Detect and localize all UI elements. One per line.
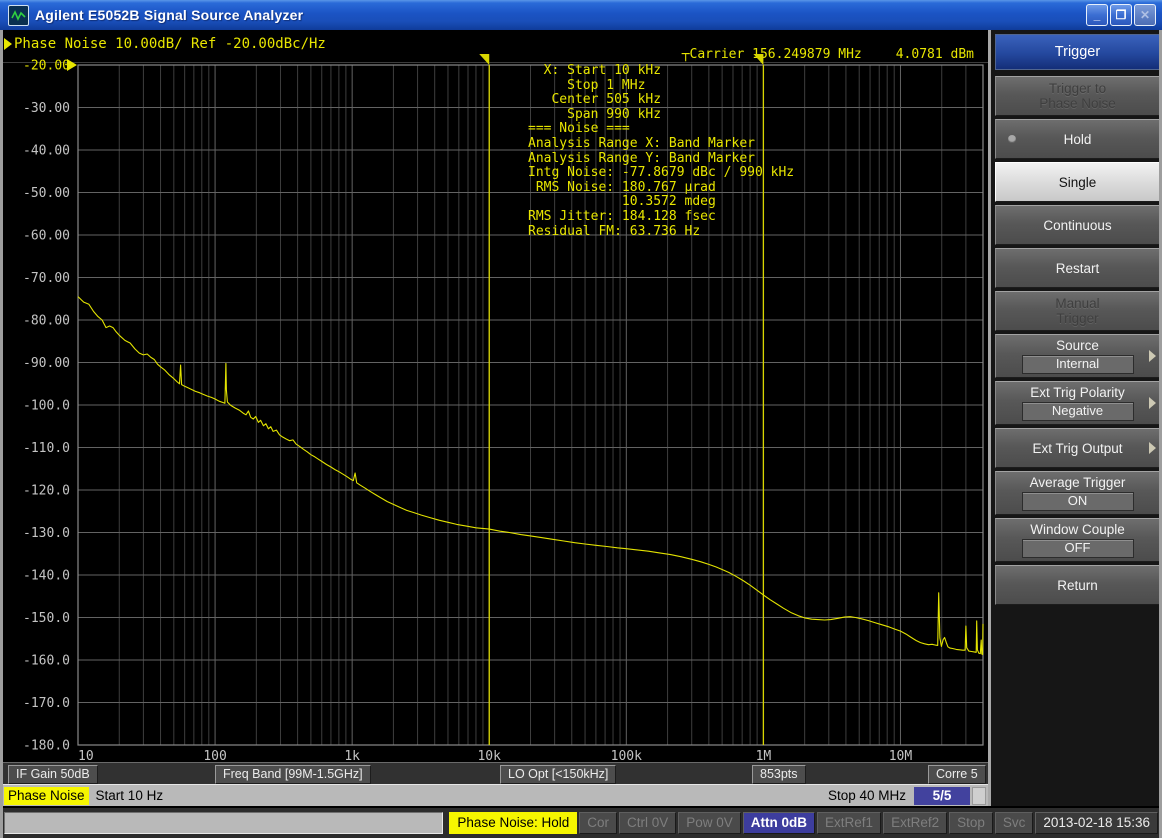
indicator-stop: Stop	[949, 812, 993, 834]
softkey-single[interactable]: Single	[995, 162, 1160, 202]
softkey-label: Average Trigger	[1030, 475, 1126, 490]
softkey-value: Internal	[1022, 355, 1134, 374]
softkey-label: Trigger to Phase Noise	[1039, 81, 1116, 111]
softkey-trigger-to-phase-noise: Trigger to Phase Noise	[995, 76, 1160, 116]
softkey-ext-trig-output[interactable]: Ext Trig Output	[995, 428, 1160, 468]
softkey-menu-title: Trigger	[995, 34, 1160, 70]
page-indicator: 5/5	[914, 787, 970, 805]
close-button: ✕	[1134, 4, 1156, 26]
indicator-ctrl-0v: Ctrl 0V	[619, 812, 676, 834]
sweep-start-label: Start 10 Hz	[96, 788, 164, 803]
y-tick-label: -90.00	[23, 356, 70, 371]
indicator-phase-noise-hold: Phase Noise: Hold	[449, 812, 577, 834]
noise-analysis-text: X: Start 10 kHz Stop 1 MHz Center 505 kH…	[528, 64, 794, 239]
y-tick-label: -150.0	[23, 611, 70, 626]
message-area	[4, 812, 443, 834]
softkey-manual-trigger: Manual Trigger	[995, 291, 1160, 331]
softkey-label: Source	[1056, 338, 1099, 353]
softkey-continuous[interactable]: Continuous	[995, 205, 1160, 245]
y-tick-label: -160.0	[23, 654, 70, 669]
softkey-label: Continuous	[1043, 218, 1111, 233]
active-dot-icon	[1008, 135, 1016, 143]
softkey-hold[interactable]: Hold	[995, 119, 1160, 159]
softkey-label: Ext Trig Polarity	[1030, 385, 1125, 400]
submenu-arrow-icon	[1149, 442, 1156, 454]
sweep-stop-label: Stop 40 MHz	[828, 788, 906, 803]
indicator-2013-02-18-15-36: 2013-02-18 15:36	[1035, 812, 1158, 834]
sweep-range-bar: Phase Noise Start 10 Hz Stop 40 MHz 5/5	[0, 784, 990, 806]
y-tick-label: -180.0	[23, 739, 70, 754]
phase-noise-plot: -20.00 -30.00 -40.00 -50.00 -60.00 -70.00 -80.…	[0, 33, 988, 766]
status-freq-band-99m-1-5ghz: Freq Band [99M-1.5GHz]	[215, 765, 371, 784]
restore-button[interactable]: ❐	[1110, 4, 1132, 26]
status-taskbar: Phase Noise: HoldCorCtrl 0VPow 0VAttn 0d…	[0, 808, 1162, 838]
y-tick-label: -30.00	[23, 101, 70, 116]
y-tick-label: -120.0	[23, 484, 70, 499]
y-tick-label: -20.00	[23, 59, 70, 74]
app-icon	[8, 5, 29, 26]
y-tick-label: -60.00	[23, 229, 70, 244]
y-tick-label: -170.0	[23, 696, 70, 711]
softkey-label: Window Couple	[1030, 522, 1125, 537]
submenu-arrow-icon	[1149, 350, 1156, 362]
softkey-window-couple[interactable]: Window Couple OFF	[995, 518, 1160, 562]
window-edge-left	[0, 30, 3, 838]
y-tick-label: -110.0	[23, 441, 70, 456]
y-tick-label: -100.0	[23, 399, 70, 414]
softkey-label: Ext Trig Output	[1032, 441, 1122, 456]
instrument-screen: Phase Noise 10.00dB/ Ref -20.00dBc/Hz ┬C…	[0, 30, 988, 806]
status-corre-5: Corre 5	[928, 765, 986, 784]
submenu-arrow-icon	[1149, 397, 1156, 409]
window-controls: _❐✕	[1086, 4, 1156, 26]
softkey-menu: Trigger Trigger to Phase Noise Hold Single…	[988, 30, 1162, 806]
y-tick-label: -50.00	[23, 186, 70, 201]
softkey-value: Negative	[1022, 402, 1134, 421]
status-if-gain-50db: IF Gain 50dB	[8, 765, 98, 784]
indicator-svc: Svc	[995, 812, 1034, 834]
status-853pts: 853pts	[752, 765, 806, 784]
ref-level-arrow-icon	[67, 59, 77, 71]
softkey-ext-trig-polarity[interactable]: Ext Trig Polarity Negative	[995, 381, 1160, 425]
indicator-attn-0db: Attn 0dB	[743, 812, 815, 834]
active-mode-badge: Phase Noise	[4, 787, 89, 805]
softkey-label: Return	[1057, 578, 1098, 593]
y-tick-label: -80.00	[23, 314, 70, 329]
softkey-label: Single	[1059, 175, 1097, 190]
status-lo-opt-150khz: LO Opt [<150kHz]	[500, 765, 616, 784]
softkey-return[interactable]: Return	[995, 565, 1160, 605]
softkey-average-trigger[interactable]: Average Trigger ON	[995, 471, 1160, 515]
y-tick-label: -140.0	[23, 569, 70, 584]
plot-canvas: -20.00 -30.00 -40.00 -50.00 -60.00 -70.00 -80.…	[0, 33, 988, 766]
minimize-button[interactable]: _	[1086, 4, 1108, 26]
softkey-source[interactable]: Source Internal	[995, 334, 1160, 378]
measurement-status-strip: IF Gain 50dB Freq Band [99M-1.5GHz] LO Opt…	[0, 762, 988, 785]
y-tick-label: -130.0	[23, 526, 70, 541]
y-tick-label: -70.00	[23, 271, 70, 286]
band-marker-band-marker-start-10-khz[interactable]	[479, 54, 489, 745]
softkey-label: Restart	[1056, 261, 1100, 276]
softkey-label: Manual Trigger	[1055, 296, 1099, 326]
indicator-pow-0v: Pow 0V	[678, 812, 741, 834]
softkey-value: OFF	[1022, 539, 1134, 558]
indicator-extref1: ExtRef1	[817, 812, 881, 834]
softkey-value: ON	[1022, 492, 1134, 511]
window-title: Agilent E5052B Signal Source Analyzer	[35, 7, 303, 23]
indicator-extref2: ExtRef2	[883, 812, 947, 834]
indicator-cor: Cor	[579, 812, 617, 834]
softkey-label: Hold	[1064, 132, 1092, 147]
softkey-restart[interactable]: Restart	[995, 248, 1160, 288]
page-indicator-spacer	[972, 787, 986, 805]
window-titlebar: Agilent E5052B Signal Source Analyzer _❐…	[0, 0, 1162, 30]
y-tick-label: -40.00	[23, 144, 70, 159]
